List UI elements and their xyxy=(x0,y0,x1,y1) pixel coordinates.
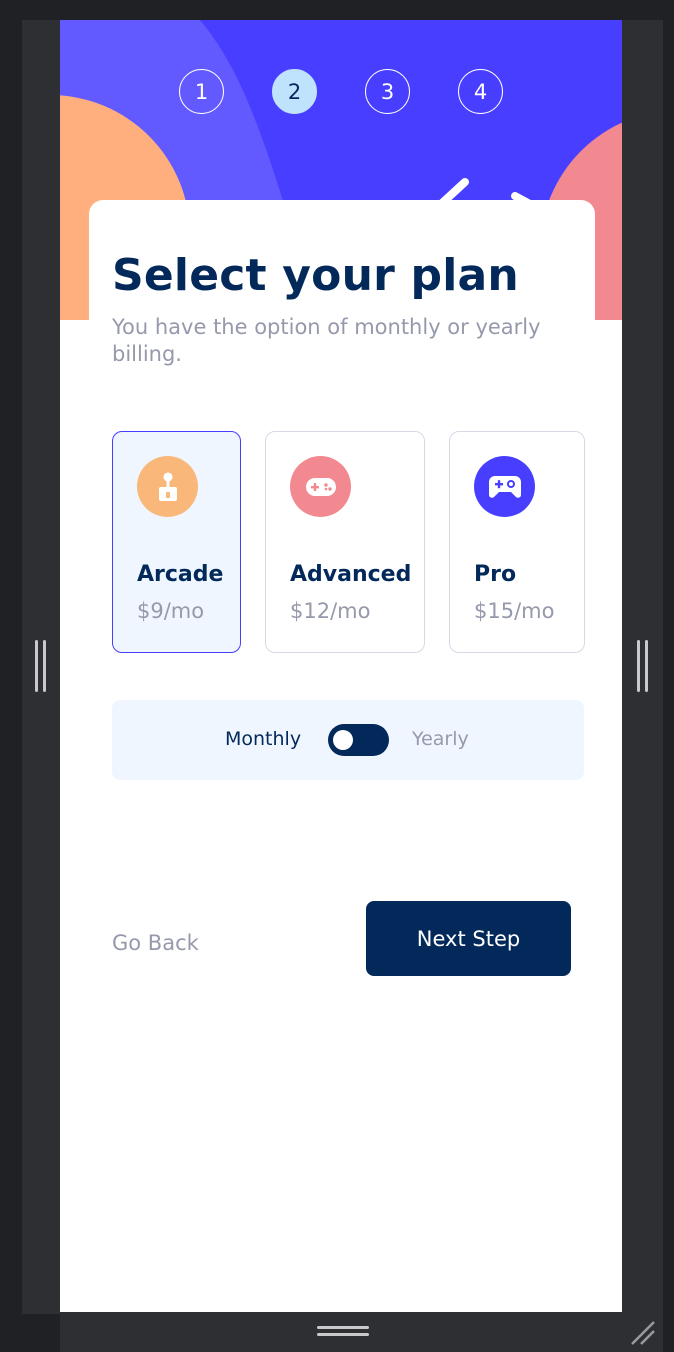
plan-price: $9/mo xyxy=(137,599,205,623)
gamepad-icon xyxy=(290,456,351,517)
resize-corner-icon[interactable] xyxy=(628,1318,658,1348)
billing-monthly-label[interactable]: Monthly xyxy=(225,728,301,750)
step-2-indicator[interactable]: 2 xyxy=(272,69,317,114)
resize-handle-bottom[interactable] xyxy=(317,1326,369,1336)
app-viewport: 1 2 3 4 Select your plan You have the op… xyxy=(60,20,622,1312)
go-back-button[interactable]: Go Back xyxy=(112,931,199,955)
step-1-indicator[interactable]: 1 xyxy=(179,69,224,114)
billing-period-switch[interactable] xyxy=(328,724,389,756)
step-indicator: 1 2 3 4 xyxy=(60,69,622,115)
plan-name: Pro xyxy=(474,562,517,587)
plan-option-advanced[interactable]: Advanced $12/mo xyxy=(265,431,425,653)
page-title: Select your plan xyxy=(112,250,519,301)
billing-yearly-label[interactable]: Yearly xyxy=(412,728,469,750)
resize-handle-right[interactable] xyxy=(637,640,649,692)
switch-knob xyxy=(333,730,353,750)
billing-period-toggle-row: Monthly Yearly xyxy=(112,700,584,780)
plan-name: Advanced xyxy=(290,562,412,587)
plan-option-pro[interactable]: Pro $15/mo xyxy=(449,431,585,653)
resize-handle-left[interactable] xyxy=(35,640,47,692)
plan-selection-card: Select your plan You have the option of … xyxy=(89,200,595,1312)
next-step-button[interactable]: Next Step xyxy=(366,901,571,976)
plan-option-arcade[interactable]: Arcade $9/mo xyxy=(112,431,241,653)
plan-price: $15/mo xyxy=(474,599,555,623)
plan-price: $12/mo xyxy=(290,599,371,623)
arcade-joystick-icon xyxy=(137,456,198,517)
plan-name: Arcade xyxy=(137,562,224,587)
controller-icon xyxy=(474,456,535,517)
step-3-indicator[interactable]: 3 xyxy=(365,69,410,114)
step-4-indicator[interactable]: 4 xyxy=(458,69,503,114)
page-subtitle: You have the option of monthly or yearly… xyxy=(112,315,541,366)
